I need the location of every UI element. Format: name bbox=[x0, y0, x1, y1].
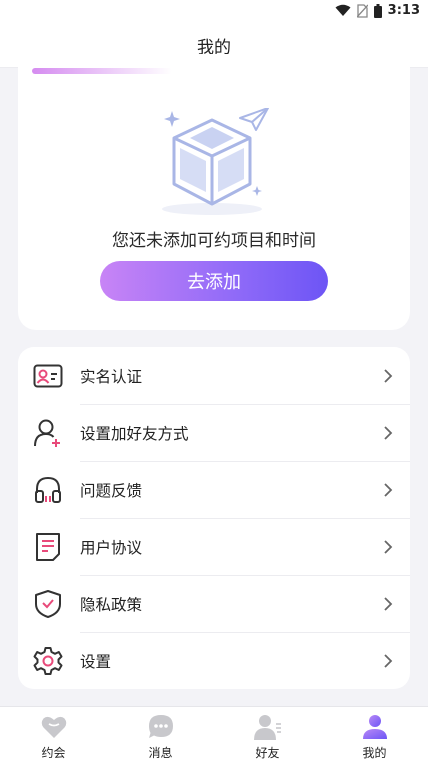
no-sim-icon bbox=[356, 3, 368, 18]
add-user-icon bbox=[32, 417, 64, 449]
status-bar: 3:13 bbox=[0, 0, 428, 24]
settings-menu: 实名认证 设置加好友方式 问题反馈 用户协议 隐私政策 设置 bbox=[18, 347, 410, 689]
wifi-icon bbox=[335, 4, 351, 16]
chevron-right-icon bbox=[384, 425, 393, 440]
profile-icon bbox=[361, 713, 389, 741]
id-card-icon bbox=[32, 360, 64, 392]
menu-item-label: 设置 bbox=[80, 652, 112, 671]
status-icons: 3:13 bbox=[335, 3, 420, 18]
bottom-tab-bar: 约会 消息 好友 我的 bbox=[0, 706, 428, 762]
chat-bubble-icon bbox=[147, 713, 175, 741]
menu-item-add-friend-settings[interactable]: 设置加好友方式 bbox=[18, 404, 410, 461]
status-time: 3:13 bbox=[387, 3, 420, 18]
chevron-right-icon bbox=[384, 482, 393, 497]
menu-item-feedback[interactable]: 问题反馈 bbox=[18, 461, 410, 518]
menu-item-label: 用户协议 bbox=[80, 538, 143, 557]
tab-label: 约会 bbox=[41, 746, 66, 760]
tab-dating[interactable]: 约会 bbox=[0, 707, 107, 762]
chevron-right-icon bbox=[384, 539, 393, 554]
menu-item-label: 隐私政策 bbox=[80, 595, 143, 614]
chevron-right-icon bbox=[384, 653, 393, 668]
menu-item-privacy-policy[interactable]: 隐私政策 bbox=[18, 575, 410, 632]
menu-item-real-name-verification[interactable]: 实名认证 bbox=[18, 347, 410, 404]
battery-icon bbox=[373, 3, 382, 18]
friends-icon bbox=[253, 713, 282, 741]
shield-icon bbox=[32, 588, 64, 620]
add-button[interactable]: 去添加 bbox=[100, 261, 328, 301]
document-icon bbox=[32, 531, 64, 563]
tab-me[interactable]: 我的 bbox=[321, 707, 428, 762]
menu-item-user-agreement[interactable]: 用户协议 bbox=[18, 518, 410, 575]
heart-icon bbox=[40, 713, 68, 741]
menu-item-label: 实名认证 bbox=[80, 367, 143, 386]
menu-item-settings[interactable]: 设置 bbox=[18, 632, 410, 689]
empty-box-illustration bbox=[162, 108, 269, 215]
gear-icon bbox=[32, 645, 64, 677]
menu-item-label: 设置加好友方式 bbox=[80, 424, 189, 443]
tab-messages[interactable]: 消息 bbox=[107, 707, 214, 762]
headset-icon bbox=[32, 474, 64, 506]
card-accent-bar bbox=[32, 68, 172, 74]
tab-label: 消息 bbox=[148, 746, 173, 760]
chevron-right-icon bbox=[384, 596, 393, 611]
tab-friends[interactable]: 好友 bbox=[214, 707, 321, 762]
chevron-right-icon bbox=[384, 368, 393, 383]
empty-state-message: 您还未添加可约项目和时间 bbox=[112, 231, 316, 251]
empty-state-card: 您还未添加可约项目和时间 去添加 bbox=[18, 54, 410, 330]
tab-label: 好友 bbox=[255, 746, 280, 760]
tab-label: 我的 bbox=[362, 746, 387, 760]
menu-item-label: 问题反馈 bbox=[80, 481, 143, 500]
